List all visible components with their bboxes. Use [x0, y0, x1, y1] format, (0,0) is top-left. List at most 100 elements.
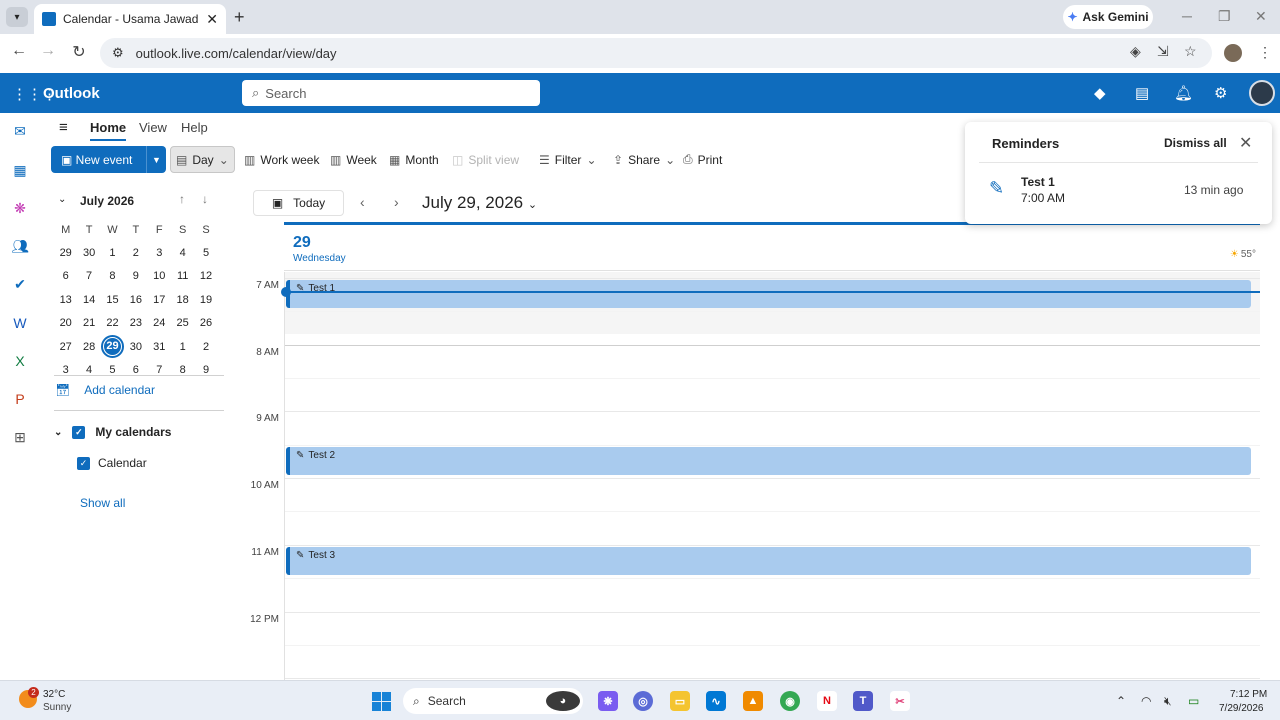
more-apps-icon[interactable]: ⊞ — [11, 428, 29, 446]
mini-calendar-day[interactable]: 1 — [171, 341, 194, 353]
profile-avatar[interactable] — [1224, 44, 1242, 62]
browser-tab[interactable]: Calendar - Usama Jawad - Outl ✕ — [34, 4, 226, 34]
mini-calendar-day[interactable]: 8 — [101, 270, 124, 282]
close-icon[interactable]: ✕ — [1239, 133, 1252, 153]
mini-calendar-day[interactable]: 2 — [194, 341, 217, 353]
mini-calendar-day[interactable]: 29 — [54, 247, 77, 259]
browser-app-icon[interactable]: ◎ — [633, 691, 653, 711]
previous-day-icon[interactable]: ‹ — [360, 194, 365, 210]
mini-calendar-day[interactable]: 3 — [148, 247, 171, 259]
mini-calendar-day[interactable]: 6 — [54, 270, 77, 282]
work-week-button[interactable]: ▥ Work week — [239, 146, 324, 173]
more-menu-icon[interactable]: ⋮ — [1258, 44, 1272, 61]
site-info-icon[interactable]: ⚙ — [112, 45, 124, 61]
reminder-title[interactable]: Test 1 — [1021, 175, 1055, 189]
teams-icon[interactable]: T — [853, 691, 873, 711]
mini-calendar-day[interactable]: 14 — [77, 294, 100, 306]
excel-icon[interactable]: X — [11, 352, 29, 370]
mini-calendar-day[interactable]: 24 — [148, 317, 171, 329]
mini-calendar-day[interactable]: 15 — [101, 294, 124, 306]
mini-calendar-day[interactable]: 20 — [54, 317, 77, 329]
share-button[interactable]: ⇪ Share ⌄ — [608, 146, 680, 173]
mini-calendar-day[interactable]: 19 — [194, 294, 217, 306]
my-day-icon[interactable]: ▤ — [1135, 84, 1149, 102]
maximize-icon[interactable]: ❐ — [1218, 8, 1231, 25]
battery-icon[interactable]: ▭ — [1188, 694, 1199, 708]
mini-calendar-day[interactable]: 28 — [77, 341, 100, 353]
my-calendars-checkbox[interactable]: ✓ — [72, 425, 86, 439]
close-window-icon[interactable]: ✕ — [1255, 8, 1267, 25]
bell-icon[interactable]: 🔔︎ — [1174, 84, 1193, 102]
mini-calendar-day[interactable]: 5 — [194, 247, 217, 259]
calendar-list-item[interactable]: ✓ Calendar — [77, 456, 147, 470]
mini-calendar-day[interactable]: 10 — [148, 270, 171, 282]
my-calendars-group[interactable]: ⌄ ✓ My calendars — [54, 425, 171, 439]
print-button[interactable]: ⎙ Print — [678, 146, 727, 173]
mini-calendar-day[interactable]: 18 — [171, 294, 194, 306]
mini-calendar-day[interactable]: 31 — [148, 341, 171, 353]
install-icon[interactable]: ⇲ — [1157, 43, 1169, 60]
account-avatar[interactable] — [1249, 80, 1275, 106]
day-grid[interactable]: ✎ Test 1 ✎ Test 2 ✎ Test 3 — [281, 272, 1260, 713]
mini-calendar-day[interactable]: 9 — [124, 270, 147, 282]
reload-icon[interactable]: ↻ — [68, 42, 90, 62]
mail-icon[interactable]: ✉ — [11, 122, 29, 140]
mini-calendar-day[interactable]: 29 — [100, 335, 124, 359]
copilot-app-icon[interactable]: ❋ — [598, 691, 618, 711]
gear-icon[interactable]: ⚙ — [1214, 84, 1227, 102]
day-number[interactable]: 29 — [293, 234, 311, 252]
file-explorer-icon[interactable]: ▭ — [670, 691, 690, 711]
mini-calendar-day[interactable]: 1 — [101, 247, 124, 259]
add-calendar-link[interactable]: 📅︎ Add calendar — [55, 383, 155, 397]
chrome-icon[interactable]: ◉ — [780, 691, 800, 711]
copilot-icon[interactable]: ❋ — [11, 199, 29, 217]
mini-calendar-day[interactable]: 30 — [124, 341, 147, 353]
ask-gemini-button[interactable]: ✦ Ask Gemini — [1063, 5, 1153, 29]
calendar-event[interactable]: ✎ Test 3 — [286, 546, 1251, 575]
mini-calendar-day[interactable]: 26 — [194, 317, 217, 329]
back-icon[interactable]: ← — [8, 42, 30, 60]
close-tab-icon[interactable]: ✕ — [206, 11, 218, 28]
tab-help[interactable]: Help — [181, 120, 208, 135]
new-event-button[interactable]: ▣ New event ▼ — [51, 146, 166, 173]
search-input[interactable]: ⌕ Search — [242, 80, 540, 106]
volume-muted-icon[interactable]: 🔇︎ — [1164, 694, 1172, 709]
day-view-button[interactable]: ▤ Day ⌄ — [170, 146, 235, 173]
date-title-button[interactable]: July 29, 2026 ⌄ — [422, 193, 537, 213]
mini-calendar-day[interactable]: 2 — [124, 247, 147, 259]
week-button[interactable]: ▥ Week — [325, 146, 382, 173]
mini-calendar-day[interactable]: 7 — [77, 270, 100, 282]
mini-calendar-day[interactable]: 16 — [124, 294, 147, 306]
today-button[interactable]: ▣ Today — [253, 190, 344, 216]
start-windows-icon[interactable] — [372, 692, 391, 711]
mini-calendar-day[interactable]: 27 — [54, 341, 77, 353]
filter-button[interactable]: ☰ Filter ⌄ — [534, 146, 602, 173]
next-day-icon[interactable]: › — [394, 194, 399, 210]
mini-calendar-day[interactable]: 22 — [101, 317, 124, 329]
hamburger-menu-icon[interactable]: ≡ — [59, 119, 68, 136]
widgets-character-icon[interactable]: ◕ — [546, 691, 580, 711]
tab-home[interactable]: Home — [90, 120, 127, 141]
clock-date[interactable]: 7/29/2026 — [1219, 703, 1264, 714]
new-tab-button[interactable]: + — [234, 7, 245, 28]
previous-month-icon[interactable]: ↑ — [179, 192, 185, 206]
calendar-event[interactable]: ✎ Test 1 — [286, 280, 1251, 308]
brand-title[interactable]: Outlook — [43, 85, 100, 102]
mini-calendar-day[interactable]: 21 — [77, 317, 100, 329]
mini-calendar-day[interactable]: 13 — [54, 294, 77, 306]
powerpoint-icon[interactable]: P — [11, 390, 29, 408]
split-view-button[interactable]: ◫ Split view — [447, 146, 524, 173]
mini-calendar-month[interactable]: July 2026 — [80, 194, 134, 208]
bookmark-star-icon[interactable]: ☆ — [1184, 43, 1197, 60]
weather-forecast[interactable]: ☀ 55° — [1230, 249, 1256, 260]
mini-calendar-day[interactable]: 12 — [194, 270, 217, 282]
next-month-icon[interactable]: ↓ — [202, 192, 208, 206]
mini-calendar-day[interactable]: 25 — [171, 317, 194, 329]
calendar-event[interactable]: ✎ Test 2 — [286, 446, 1251, 475]
collapse-chevron-icon[interactable]: ⌄ — [58, 194, 66, 205]
dismiss-all-button[interactable]: Dismiss all — [1164, 136, 1227, 150]
wifi-icon[interactable]: ◠ — [1141, 694, 1151, 708]
calendar-icon[interactable]: ▦ — [11, 161, 29, 179]
mini-calendar-day[interactable]: 23 — [124, 317, 147, 329]
calendar-checkbox[interactable]: ✓ — [77, 456, 90, 470]
